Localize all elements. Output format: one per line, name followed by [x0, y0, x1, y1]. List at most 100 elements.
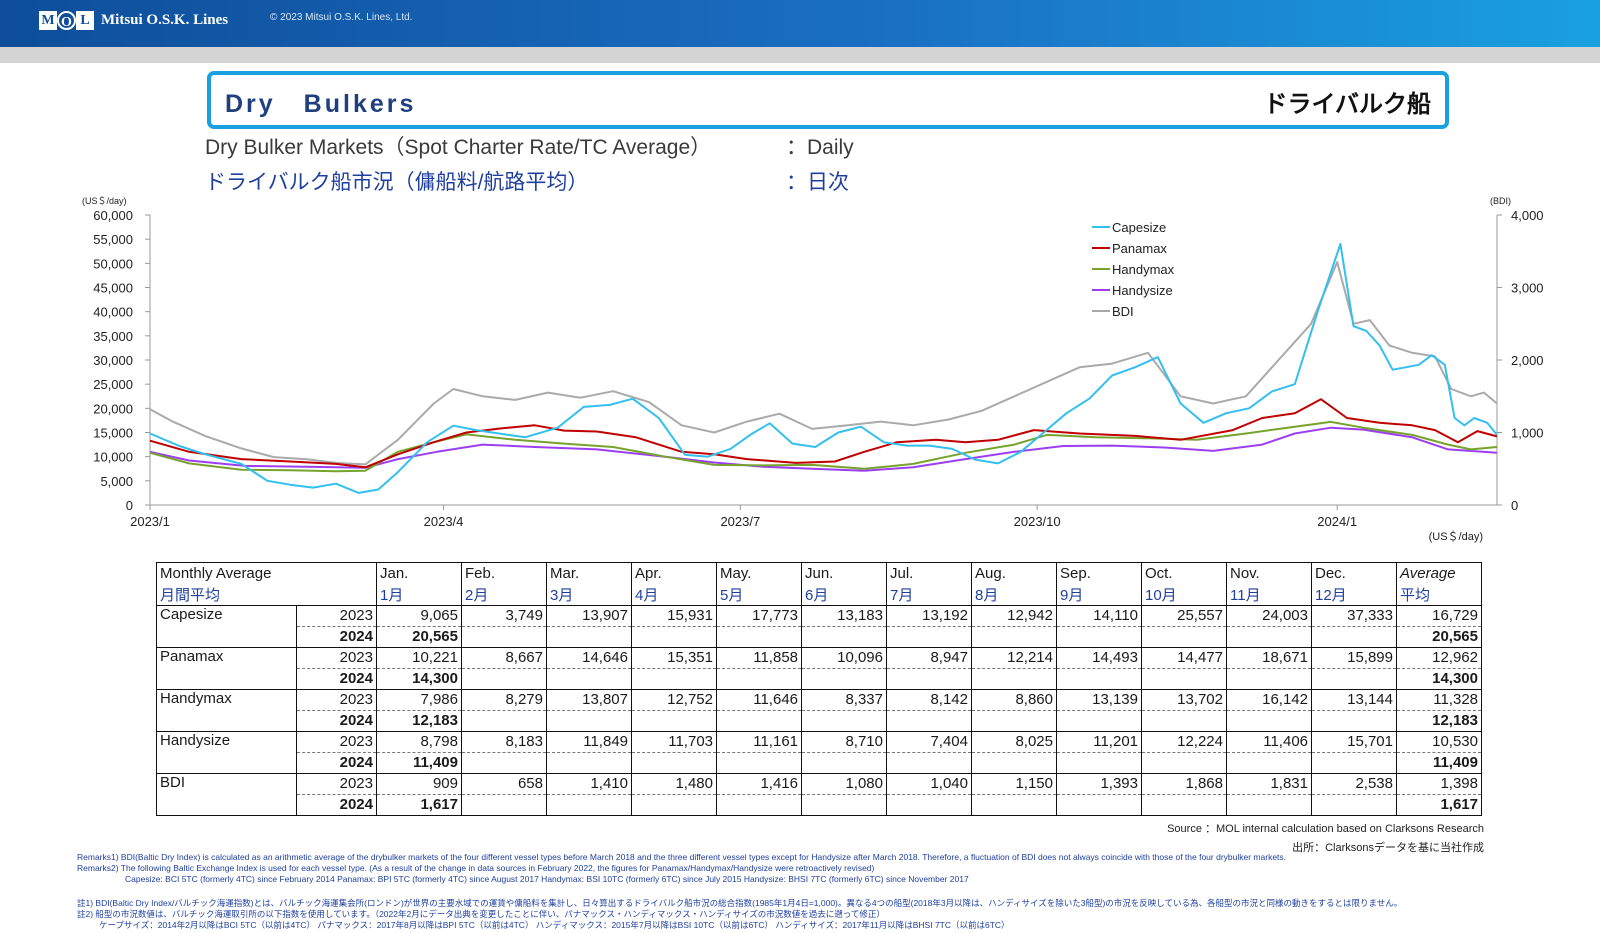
table-value-cell: 8,947: [886, 647, 972, 669]
table-value-cell: 25,557: [1141, 605, 1227, 627]
table-value-cell: [1226, 794, 1312, 816]
table-value-cell: 9,065: [376, 605, 462, 627]
table-month-jp: 5月: [716, 583, 802, 606]
table-row: 2024 12,183 12,183: [157, 710, 1482, 732]
y-tick-label-right: 4,000: [1511, 208, 1544, 223]
table-month-jp: 2月: [461, 583, 547, 606]
table-value-cell: [1056, 752, 1142, 774]
table-month-en: May.: [716, 562, 802, 584]
table-value-cell: 12,752: [631, 689, 717, 711]
table-value-cell: [971, 626, 1057, 648]
table-average-cell: 10,530: [1396, 731, 1482, 753]
table-month-en: Jan.: [376, 562, 462, 584]
x-tick-label: 2023/10: [1014, 514, 1061, 529]
table-value-cell: [716, 668, 802, 690]
table-month-en: Jun.: [801, 562, 887, 584]
table-value-cell: [801, 752, 887, 774]
table-year-cell: 2024: [296, 710, 377, 732]
legend-label: Handysize: [1112, 283, 1173, 298]
table-month-jp: 11月: [1226, 583, 1312, 606]
table-vessel-name: BDI: [156, 773, 297, 816]
logo-text: Mitsui O.S.K. Lines: [101, 11, 229, 28]
chart-subtitle-en-frequency: ：Daily: [786, 136, 854, 159]
table-value-cell: 1,040: [886, 773, 972, 795]
table-month-jp: 7月: [886, 583, 972, 606]
legend-label: Panamax: [1112, 241, 1167, 256]
table-value-cell: 15,931: [631, 605, 717, 627]
table-value-cell: [546, 752, 632, 774]
table-value-cell: 11,406: [1226, 731, 1312, 753]
y-tick-label-left: 40,000: [93, 305, 133, 320]
table-month-en: Oct.: [1141, 562, 1227, 584]
table-month-jp: 6月: [801, 583, 887, 606]
table-value-cell: 8,667: [461, 647, 547, 669]
table-value-cell: [631, 626, 717, 648]
table-value-cell: 8,337: [801, 689, 887, 711]
table-value-cell: 1,868: [1141, 773, 1227, 795]
y-tick-label-right: 0: [1511, 498, 1518, 513]
table-value-cell: [971, 752, 1057, 774]
table-value-cell: [1226, 668, 1312, 690]
table-value-cell: [971, 710, 1057, 732]
table-value-cell: [1311, 752, 1397, 774]
table-header-row-en: Monthly Average Jan. Feb. Mar. Apr. May.…: [156, 562, 1482, 584]
table-value-cell: 1,480: [631, 773, 717, 795]
table-value-cell: 1,831: [1226, 773, 1312, 795]
x-tick-label: 2024/1: [1317, 514, 1357, 529]
table-value-cell: [1056, 668, 1142, 690]
table-value-cell: 1,080: [801, 773, 887, 795]
company-logo: M O L Mitsui O.S.K. Lines: [39, 10, 228, 30]
table-value-cell: 10,221: [376, 647, 462, 669]
table-row: 2024 11,409 11,409: [157, 752, 1482, 774]
table-average-cell: 11,328: [1396, 689, 1482, 711]
table-value-cell: 8,025: [971, 731, 1057, 753]
table-value-cell: 18,671: [1226, 647, 1312, 669]
section-title-en: Dry Bulkers: [225, 90, 417, 118]
table-value-cell: [1226, 752, 1312, 774]
table-month-jp: 1月: [376, 583, 462, 606]
table-year-cell: 2023: [296, 731, 377, 753]
y-tick-label-left: 50,000: [93, 256, 133, 271]
table-value-cell: 8,798: [376, 731, 462, 753]
table-value-cell: 13,702: [1141, 689, 1227, 711]
table-year-cell: 2023: [296, 647, 377, 669]
table-value-cell: 8,710: [801, 731, 887, 753]
table-year-cell: 2024: [296, 794, 377, 816]
table-value-cell: [801, 710, 887, 732]
y-tick-label-left: 20,000: [93, 401, 133, 416]
table-value-cell: [971, 794, 1057, 816]
y-tick-label-left: 60,000: [93, 208, 133, 223]
table-value-cell: 8,183: [461, 731, 547, 753]
table-row: BDI 2023 909 658 1,410 1,480 1,416 1,080 1,040 1,…: [156, 773, 1482, 816]
table-value-cell: 14,477: [1141, 647, 1227, 669]
table-value-cell: 1,416: [716, 773, 802, 795]
table-value-cell: [886, 752, 972, 774]
table-value-cell: [461, 668, 547, 690]
table-value-cell: 2,538: [1311, 773, 1397, 795]
right-axis-unit: (BDI): [1490, 196, 1511, 206]
table-corner-jp: 月間平均: [156, 583, 377, 606]
x-tick-label: 2023/1: [130, 514, 170, 529]
table-value-cell: 1,150: [971, 773, 1057, 795]
table-value-cell: [1141, 668, 1227, 690]
source-note-en: Source ：MOL internal calculation based o…: [1167, 823, 1484, 835]
table-value-cell: 658: [461, 773, 547, 795]
y-tick-label-left: 15,000: [93, 426, 133, 441]
table-value-cell: 15,899: [1311, 647, 1397, 669]
chart-subtitle-jp-frequency: ：日次: [786, 171, 849, 194]
table-value-cell: [886, 626, 972, 648]
table-value-cell: [631, 668, 717, 690]
table-value-cell: 14,646: [546, 647, 632, 669]
legend-label: Capesize: [1112, 220, 1166, 235]
legend-label: BDI: [1112, 304, 1134, 319]
table-month-en: Mar.: [546, 562, 632, 584]
table-value-cell: 11,703: [631, 731, 717, 753]
table-row: Capesize 2023 9,065 3,749 13,907 15,931 17,773…: [156, 605, 1482, 648]
note-line: ケープサイズ：2014年2月以降はBCI 5TC（以前は4TC） パナマックス：…: [99, 920, 1010, 930]
table-corner-en: Monthly Average: [156, 562, 377, 584]
table-value-cell: 14,300: [376, 668, 462, 690]
table-value-cell: 13,139: [1056, 689, 1142, 711]
table-value-cell: [716, 626, 802, 648]
table-value-cell: [461, 710, 547, 732]
table-value-cell: 15,351: [631, 647, 717, 669]
